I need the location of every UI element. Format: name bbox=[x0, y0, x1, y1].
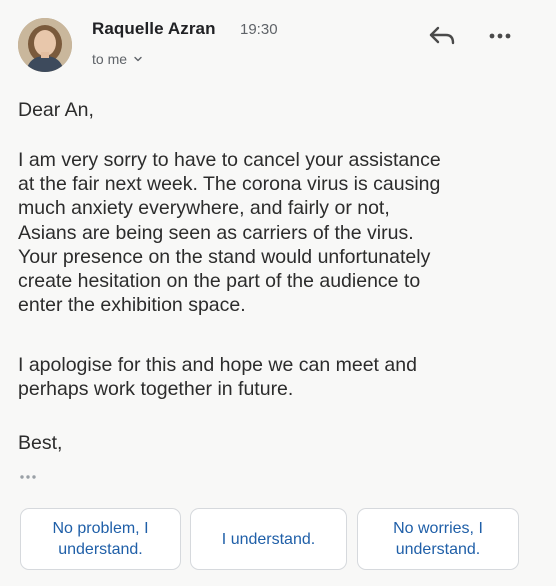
smart-reply-chip-2[interactable]: I understand. bbox=[190, 508, 347, 570]
email-view: Raquelle Azran 19:30 to me Dear An, I am… bbox=[0, 0, 556, 586]
smart-reply-chip-3[interactable]: No worries, I understand. bbox=[357, 508, 519, 570]
more-dots-icon bbox=[489, 33, 511, 39]
sender-avatar[interactable] bbox=[18, 18, 72, 72]
chevron-down-icon bbox=[134, 56, 142, 62]
ellipsis-icon bbox=[20, 475, 36, 479]
email-paragraph-1: I am very sorry to have to cancel your a… bbox=[18, 149, 441, 317]
more-options-button[interactable] bbox=[486, 26, 522, 46]
show-trimmed-content-button[interactable] bbox=[16, 470, 42, 484]
recipient-label: to me bbox=[92, 51, 128, 67]
reply-button[interactable] bbox=[424, 22, 460, 52]
recipient-details-toggle[interactable]: to me bbox=[92, 51, 143, 67]
email-paragraph-2: I apologise for this and hope we can mee… bbox=[18, 354, 417, 401]
reply-arrow-icon bbox=[429, 26, 455, 45]
message-time: 19:30 bbox=[240, 21, 278, 38]
sender-name: Raquelle Azran bbox=[92, 19, 216, 38]
email-signoff: Best, bbox=[18, 432, 63, 454]
person-photo-avatar-icon bbox=[18, 18, 72, 72]
email-greeting: Dear An, bbox=[18, 99, 94, 121]
smart-reply-chip-1[interactable]: No problem, I understand. bbox=[20, 508, 181, 570]
